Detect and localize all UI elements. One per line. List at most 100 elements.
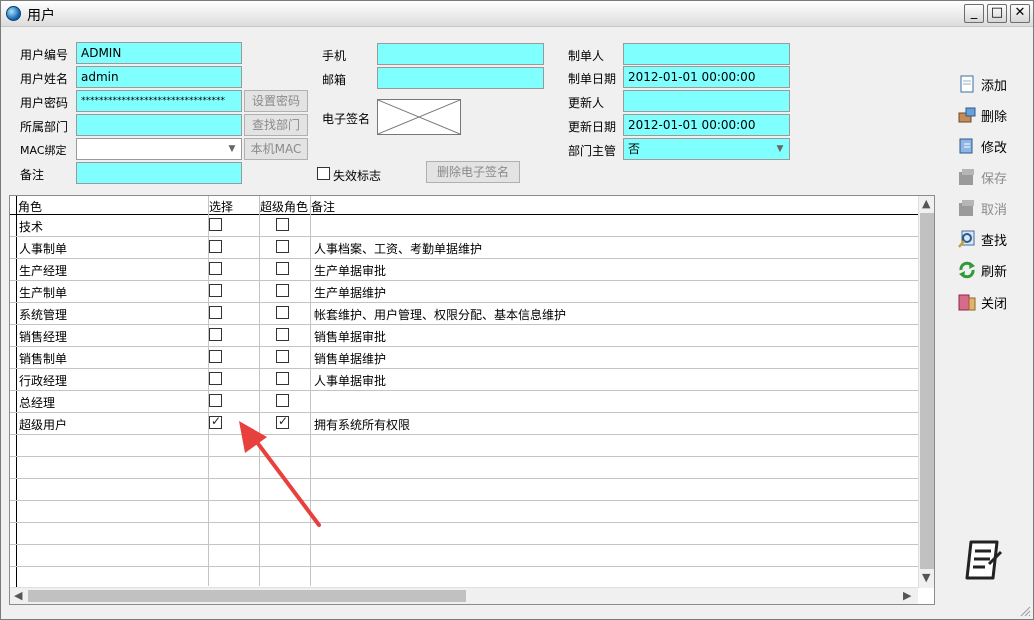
col-header-role[interactable]: 角色 <box>18 198 42 215</box>
role-cell[interactable]: 生产制单 <box>19 284 67 301</box>
creator-field[interactable] <box>623 43 790 65</box>
row-indicator[interactable] <box>10 303 17 324</box>
note-cell[interactable]: 销售单据维护 <box>314 350 386 367</box>
super-role-checkbox[interactable] <box>276 284 289 297</box>
role-cell[interactable]: 系统管理 <box>19 306 67 323</box>
dept-head-combo[interactable]: 否 ▼ <box>623 138 790 160</box>
col-header-select[interactable]: 选择 <box>209 198 233 215</box>
select-checkbox[interactable] <box>209 414 222 429</box>
create-date-field[interactable]: 2012-01-01 00:00:00 <box>623 66 790 88</box>
email-field[interactable] <box>377 67 544 89</box>
role-cell[interactable]: 销售制单 <box>19 350 67 367</box>
close-window-button[interactable]: ✕ <box>1010 4 1030 23</box>
user-code-field[interactable]: ADMIN <box>76 42 242 64</box>
role-cell[interactable]: 销售经理 <box>19 328 67 345</box>
row-indicator[interactable] <box>10 347 17 368</box>
note-cell[interactable]: 生产单据审批 <box>314 262 386 279</box>
note-cell[interactable]: 生产单据维护 <box>314 284 386 301</box>
table-row[interactable]: 生产制单 生产单据维护 <box>10 281 918 303</box>
note-cell[interactable]: 人事档案、工资、考勤单据维护 <box>314 240 482 257</box>
table-row[interactable] <box>10 457 918 479</box>
select-checkbox[interactable] <box>209 218 222 231</box>
row-indicator[interactable] <box>10 435 17 456</box>
row-indicator[interactable] <box>10 457 17 478</box>
table-row[interactable]: 销售制单 销售单据维护 <box>10 347 918 369</box>
scroll-down-icon[interactable]: ▼ <box>922 571 930 584</box>
chevron-down-icon[interactable]: ▼ <box>224 140 240 158</box>
set-password-button[interactable]: 设置密码 <box>244 90 308 112</box>
role-cell[interactable]: 生产经理 <box>19 262 67 279</box>
table-row[interactable] <box>10 479 918 501</box>
select-checkbox[interactable] <box>209 394 222 407</box>
select-checkbox[interactable] <box>209 372 222 385</box>
row-indicator[interactable] <box>10 479 17 500</box>
phone-field[interactable] <box>377 43 544 65</box>
minimize-button[interactable]: _ <box>964 4 984 23</box>
local-mac-button[interactable]: 本机MAC <box>244 138 308 160</box>
row-indicator[interactable] <box>10 545 17 566</box>
find-button[interactable]: 查找 <box>957 227 1017 251</box>
row-indicator[interactable] <box>10 501 17 522</box>
esign-image[interactable] <box>377 99 461 135</box>
maximize-button[interactable]: □ <box>987 4 1007 23</box>
user-name-field[interactable]: admin <box>76 66 242 88</box>
super-role-checkbox[interactable] <box>276 240 289 253</box>
delete-esign-button[interactable]: 删除电子签名 <box>426 161 520 183</box>
role-cell[interactable]: 技术 <box>19 218 43 235</box>
table-row[interactable]: 系统管理 帐套维护、用户管理、权限分配、基本信息维护 <box>10 303 918 325</box>
add-button[interactable]: 添加 <box>957 72 1017 96</box>
row-indicator[interactable] <box>10 281 17 302</box>
refresh-button[interactable]: 刷新 <box>957 258 1017 282</box>
dept-field[interactable] <box>76 114 242 136</box>
find-dept-button[interactable]: 查找部门 <box>244 114 308 136</box>
scroll-left-icon[interactable]: ◀ <box>14 589 22 602</box>
horizontal-scroll-thumb[interactable] <box>28 590 466 602</box>
super-role-checkbox[interactable] <box>276 262 289 275</box>
edit-button[interactable]: 修改 <box>957 134 1017 158</box>
role-cell[interactable]: 行政经理 <box>19 372 67 389</box>
role-cell[interactable]: 超级用户 <box>19 416 67 433</box>
table-row[interactable]: 超级用户拥有系统所有权限 <box>10 413 918 435</box>
horizontal-scrollbar[interactable]: ◀ ▶ <box>10 587 918 604</box>
select-checkbox[interactable] <box>209 306 222 319</box>
update-date-field[interactable]: 2012-01-01 00:00:00 <box>623 114 790 136</box>
role-cell[interactable]: 人事制单 <box>19 240 67 257</box>
select-checkbox[interactable] <box>209 240 222 253</box>
select-checkbox[interactable] <box>209 284 222 297</box>
row-indicator[interactable] <box>10 259 17 280</box>
table-row[interactable]: 总经理 <box>10 391 918 413</box>
select-checkbox[interactable] <box>209 262 222 275</box>
save-button[interactable]: 保存 <box>957 165 1017 189</box>
updater-field[interactable] <box>623 90 790 112</box>
table-row[interactable]: 行政经理 人事单据审批 <box>10 369 918 391</box>
close-button[interactable]: 关闭 <box>957 290 1017 314</box>
note-cell[interactable]: 帐套维护、用户管理、权限分配、基本信息维护 <box>314 306 566 323</box>
table-row[interactable] <box>10 501 918 523</box>
password-field[interactable]: ******************************** <box>76 90 242 112</box>
resize-grip-icon[interactable] <box>1019 605 1031 617</box>
vertical-scrollbar[interactable]: ▲ ▼ <box>918 196 934 588</box>
row-indicator[interactable] <box>10 567 17 588</box>
row-indicator[interactable] <box>10 391 17 412</box>
table-row[interactable]: 人事制单 人事档案、工资、考勤单据维护 <box>10 237 918 259</box>
remark-field[interactable] <box>76 162 242 184</box>
super-role-checkbox[interactable] <box>276 218 289 231</box>
note-cell[interactable]: 人事单据审批 <box>314 372 386 389</box>
table-row[interactable]: 生产经理 生产单据审批 <box>10 259 918 281</box>
chevron-down-icon[interactable]: ▼ <box>772 140 788 158</box>
row-indicator[interactable] <box>10 325 17 346</box>
col-header-super[interactable]: 超级角色 <box>260 198 308 215</box>
delete-button[interactable]: 删除 <box>957 103 1017 127</box>
select-checkbox[interactable] <box>209 328 222 341</box>
table-row[interactable] <box>10 523 918 545</box>
table-row[interactable] <box>10 435 918 457</box>
row-indicator[interactable] <box>10 215 17 236</box>
super-role-checkbox[interactable] <box>276 328 289 341</box>
col-header-note[interactable]: 备注 <box>311 198 335 215</box>
mac-combo[interactable]: ▼ <box>76 138 242 160</box>
table-row[interactable]: 销售经理 销售单据审批 <box>10 325 918 347</box>
invalid-checkbox[interactable] <box>317 167 330 180</box>
super-role-checkbox[interactable] <box>276 394 289 407</box>
row-indicator[interactable] <box>10 413 17 434</box>
super-role-checkbox[interactable] <box>276 306 289 319</box>
